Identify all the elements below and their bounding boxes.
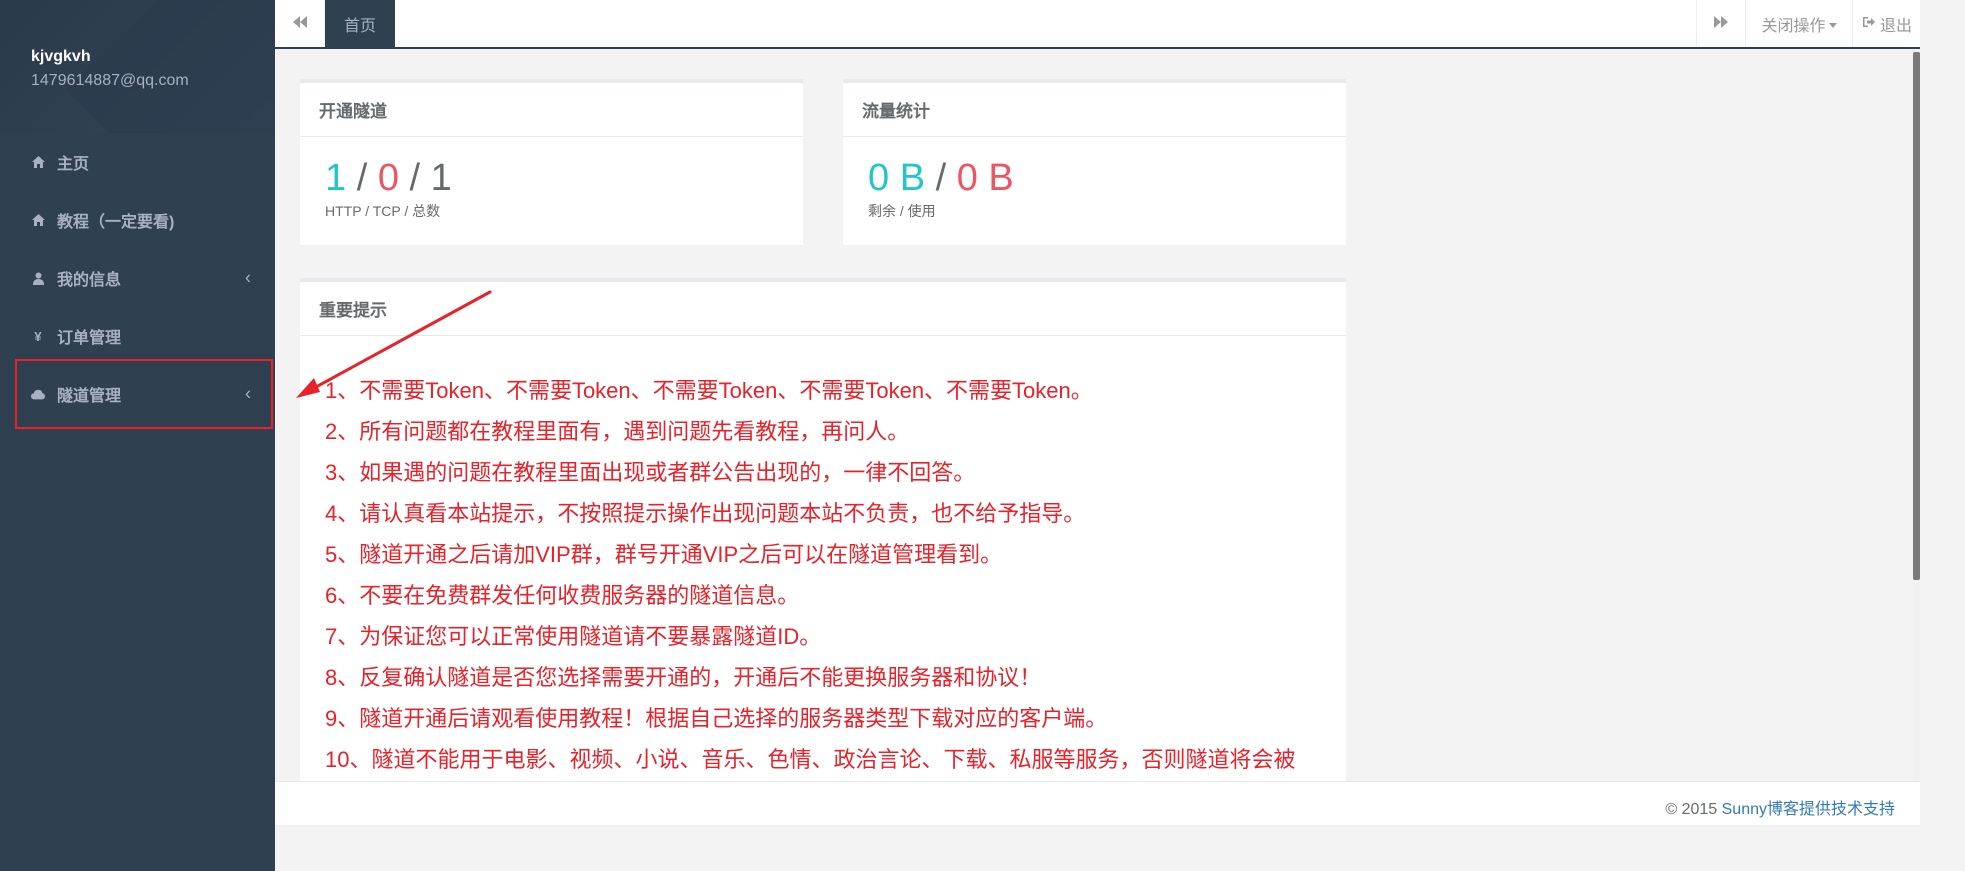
copyright: © 2015 bbox=[1665, 801, 1722, 818]
http-count: 1 bbox=[325, 157, 347, 199]
panel-title: 重要提示 bbox=[300, 282, 1346, 336]
notice-line: 8、反复确认隧道是否您选择需要开通的，开通后不能更换服务器和协议！ bbox=[325, 665, 1042, 690]
profile-header: kjvgkvh 1479614887@qq.com bbox=[0, 0, 275, 133]
notice-panel: 重要提示 1、不需要Token、不需要Token、不需要Token、不需要Tok… bbox=[300, 278, 1346, 781]
sidebar-item-label: 我的信息 bbox=[57, 272, 122, 289]
footer: © 2015 Sunny博客提供技术支持 bbox=[275, 781, 1920, 825]
separator: / bbox=[409, 157, 421, 199]
logout-label: 退出 bbox=[1879, 17, 1912, 35]
sidebar-item-label: 教程（一定要看) bbox=[57, 214, 175, 231]
close-operations-label: 关闭操作 bbox=[1761, 17, 1826, 35]
scroll-tabs-right-button[interactable] bbox=[1696, 0, 1745, 47]
notice-line: 6、不要在免费群发任何收费服务器的隧道信息。 bbox=[325, 583, 800, 608]
separator: / bbox=[356, 157, 368, 199]
yen-icon: ¥ bbox=[34, 328, 42, 344]
footer-link[interactable]: Sunny博客提供技术支持 bbox=[1722, 801, 1895, 818]
notice-line: 5、隧道开通之后请加VIP群，群号开通VIP之后可以在隧道管理看到。 bbox=[325, 542, 1003, 567]
notice-line: 10、隧道不能用于电影、视频、小说、音乐、色情、政治言论、下载、私服等服务，否则… bbox=[325, 747, 1296, 772]
panel-title: 开通隧道 bbox=[300, 83, 803, 137]
scrollbar-thumb[interactable] bbox=[1913, 52, 1920, 580]
home-icon bbox=[31, 213, 45, 227]
notice-line: 3、如果遇的问题在教程里面出现或者群公告出现的，一律不回答。 bbox=[325, 460, 976, 485]
traffic-caption: 剩余 / 使用 bbox=[868, 203, 936, 219]
sidebar-item-my-info[interactable]: 我的信息 ‹ bbox=[0, 249, 275, 307]
double-chevron-left-icon bbox=[292, 15, 307, 33]
sidebar-item-home[interactable]: 主页 bbox=[0, 133, 275, 191]
notice-line: 2、所有问题都在教程里面有，遇到问题先看教程，再问人。 bbox=[325, 419, 910, 444]
tcp-count: 0 bbox=[377, 157, 399, 199]
traffic-remaining: 0 B bbox=[868, 157, 926, 199]
double-chevron-right-icon bbox=[1714, 15, 1728, 33]
scroll-tabs-left-button[interactable] bbox=[275, 0, 325, 47]
panel-title: 流量统计 bbox=[843, 83, 1346, 137]
tunnel-counts: 1 / 0 / 1 bbox=[325, 157, 452, 200]
separator: / bbox=[935, 157, 947, 199]
sidebar-item-label: 主页 bbox=[57, 156, 90, 173]
sidebar-item-label: 订单管理 bbox=[57, 330, 122, 347]
notice-line: 9、隧道开通后请观看使用教程！根据自己选择的服务器类型下载对应的客户端。 bbox=[325, 706, 1108, 731]
user-icon bbox=[31, 271, 45, 285]
logout-button[interactable]: 退出 bbox=[1852, 0, 1921, 47]
notice-line: 7、为保证您可以正常使用隧道请不要暴露隧道ID。 bbox=[325, 624, 822, 649]
top-bar: 首页 关闭操作 退出 bbox=[275, 0, 1920, 49]
user-email: 1479614887@qq.com bbox=[31, 72, 189, 89]
tunnel-counts-caption: HTTP / TCP / 总数 bbox=[325, 203, 441, 219]
traffic-panel: 流量统计 0 B / 0 B 剩余 / 使用 bbox=[843, 79, 1346, 245]
notice-line: 4、请认真看本站提示，不按照提示操作出现问题本站不负责，也不给予指导。 bbox=[325, 501, 1086, 526]
annotation-highlight-box bbox=[15, 359, 273, 429]
notice-line: 1、不需要Token、不需要Token、不需要Token、不需要Token、不需… bbox=[325, 378, 1093, 403]
traffic-used: 0 B bbox=[956, 157, 1014, 199]
total-count: 1 bbox=[430, 157, 452, 199]
tunnels-panel: 开通隧道 1 / 0 / 1 HTTP / TCP / 总数 bbox=[300, 79, 803, 245]
chevron-left-icon: ‹ bbox=[245, 267, 251, 288]
sidebar-item-orders[interactable]: ¥ 订单管理 bbox=[0, 307, 275, 365]
close-operations-dropdown[interactable]: 关闭操作 bbox=[1745, 0, 1852, 47]
footer-text: © 2015 Sunny博客提供技术支持 bbox=[1665, 795, 1895, 819]
tab-home[interactable]: 首页 bbox=[325, 0, 395, 47]
traffic-values: 0 B / 0 B bbox=[868, 157, 1014, 200]
home-icon bbox=[31, 155, 45, 169]
caret-down-icon bbox=[1828, 15, 1837, 33]
sidebar-item-tutorial[interactable]: 教程（一定要看) bbox=[0, 191, 275, 249]
sign-out-icon bbox=[1862, 15, 1875, 33]
profile-decoration bbox=[66, 0, 275, 133]
user-name[interactable]: kjvgkvh bbox=[31, 48, 91, 66]
sidebar: kjvgkvh 1479614887@qq.com 主页 教程（一定要看) 我的… bbox=[0, 0, 275, 871]
